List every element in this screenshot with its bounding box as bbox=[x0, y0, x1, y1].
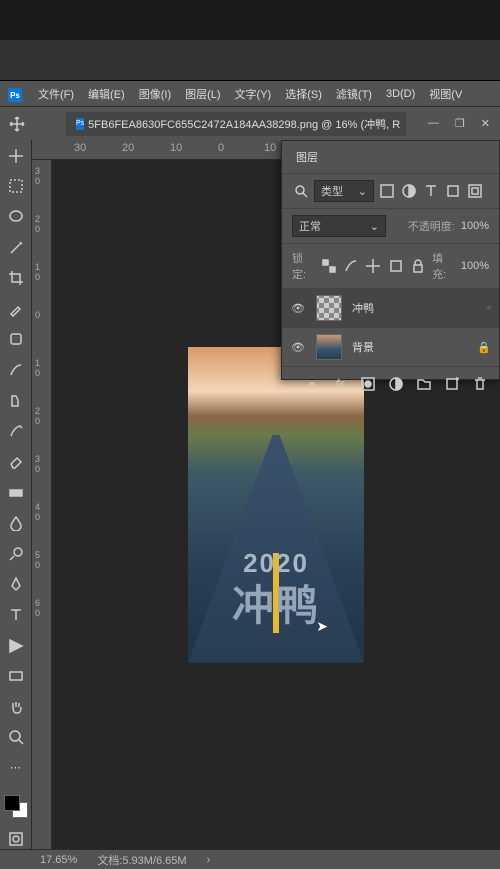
blur-tool[interactable] bbox=[6, 513, 26, 533]
filter-type-icon[interactable] bbox=[422, 182, 440, 200]
healing-tool[interactable] bbox=[6, 330, 26, 350]
layer-filter-select[interactable]: 类型⌄ bbox=[314, 180, 374, 202]
link-layers-icon[interactable]: ⚭ bbox=[303, 375, 321, 393]
menu-bar: 文件(F) 编辑(E) 图像(I) 图层(L) 文字(Y) 选择(S) 滤镜(T… bbox=[0, 80, 500, 106]
delete-layer-icon[interactable] bbox=[471, 375, 489, 393]
opacity-value[interactable]: 100% bbox=[461, 220, 489, 232]
layer-mask-icon[interactable] bbox=[359, 375, 377, 393]
hand-tool[interactable] bbox=[6, 697, 26, 717]
menu-3d[interactable]: 3D(D) bbox=[386, 88, 415, 100]
menu-type[interactable]: 文字(Y) bbox=[235, 86, 272, 102]
eraser-tool[interactable] bbox=[6, 452, 26, 472]
opacity-label: 不透明度: bbox=[408, 218, 455, 234]
lock-label: 锁定: bbox=[292, 250, 315, 282]
ps-file-icon: Ps bbox=[76, 118, 84, 130]
document-tab[interactable]: Ps 5FB6FEA8630FC655C2472A184AA38298.png … bbox=[66, 112, 406, 136]
move-tool[interactable] bbox=[6, 146, 26, 166]
layer-item[interactable]: 👁 冲鸭 ▫ bbox=[282, 288, 499, 327]
ruler-vertical: 3 0 2 0 1 0 0 1 0 2 0 3 0 4 0 5 0 6 0 bbox=[32, 160, 52, 849]
filter-shape-icon[interactable] bbox=[444, 182, 462, 200]
lock-transparent-icon[interactable] bbox=[321, 257, 337, 275]
layer-fx-icon[interactable]: fx bbox=[331, 375, 349, 393]
search-icon[interactable] bbox=[292, 182, 310, 200]
doc-minimize-icon[interactable]: — bbox=[428, 117, 439, 130]
layer-item[interactable]: 👁 背景 🔒 bbox=[282, 327, 499, 366]
crop-tool[interactable] bbox=[6, 268, 26, 288]
layer-name[interactable]: 背景 bbox=[352, 339, 374, 355]
doc-restore-icon[interactable]: ❐ bbox=[455, 117, 465, 130]
menu-select[interactable]: 选择(S) bbox=[285, 86, 322, 102]
layer-link-icon[interactable]: ▫ bbox=[487, 302, 491, 314]
lock-position-icon[interactable] bbox=[365, 257, 381, 275]
filter-adjust-icon[interactable] bbox=[400, 182, 418, 200]
magic-wand-tool[interactable] bbox=[6, 238, 26, 258]
pen-tool[interactable] bbox=[6, 575, 26, 595]
lock-all-icon[interactable] bbox=[410, 257, 426, 275]
fill-label: 填充: bbox=[432, 250, 455, 282]
menu-layer[interactable]: 图层(L) bbox=[185, 86, 220, 102]
tools-panel: ⋯ bbox=[0, 140, 32, 849]
eyedropper-tool[interactable] bbox=[6, 299, 26, 319]
brush-tool[interactable] bbox=[6, 360, 26, 380]
layer-group-icon[interactable] bbox=[415, 375, 433, 393]
menu-filter[interactable]: 滤镜(T) bbox=[336, 86, 372, 102]
window-titlebar bbox=[0, 0, 500, 40]
cursor-icon: ➤ bbox=[316, 618, 328, 635]
lasso-tool[interactable] bbox=[6, 207, 26, 227]
more-tools[interactable]: ⋯ bbox=[6, 758, 26, 778]
status-bar: 17.65% 文档:5.93M/6.65M › bbox=[0, 849, 500, 869]
menu-view[interactable]: 视图(V bbox=[429, 86, 462, 102]
visibility-icon[interactable]: 👁 bbox=[290, 302, 306, 315]
canvas-area: 30 20 10 0 10 3 0 2 0 1 0 0 1 0 2 0 3 0 … bbox=[32, 140, 500, 849]
doc-info[interactable]: 文档:5.93M/6.65M bbox=[97, 852, 186, 868]
lock-icon: 🔒 bbox=[477, 341, 491, 354]
marquee-tool[interactable] bbox=[6, 177, 26, 197]
options-bar: Ps 5FB6FEA8630FC655C2472A184AA38298.png … bbox=[0, 106, 500, 140]
menu-image[interactable]: 图像(I) bbox=[139, 86, 171, 102]
layer-thumbnail[interactable] bbox=[316, 295, 342, 321]
adjustment-layer-icon[interactable] bbox=[387, 375, 405, 393]
layers-panel: 图层 类型⌄ 正常⌄ 不透明度: 100% 锁定: bbox=[281, 140, 500, 380]
visibility-icon[interactable]: 👁 bbox=[290, 341, 306, 354]
app-icon: Ps bbox=[8, 88, 22, 102]
status-chevron-icon[interactable]: › bbox=[207, 854, 211, 866]
layers-panel-tab[interactable]: 图层 bbox=[282, 141, 499, 173]
lock-artboard-icon[interactable] bbox=[388, 257, 404, 275]
blend-mode-select[interactable]: 正常⌄ bbox=[292, 215, 386, 237]
lock-pixels-icon[interactable] bbox=[343, 257, 359, 275]
quick-mask-icon[interactable] bbox=[6, 829, 26, 849]
rectangle-tool[interactable] bbox=[6, 666, 26, 686]
path-tool[interactable] bbox=[6, 636, 26, 656]
doc-close-icon[interactable]: ✕ bbox=[481, 117, 490, 130]
menu-file[interactable]: 文件(F) bbox=[38, 86, 74, 102]
menu-edit[interactable]: 编辑(E) bbox=[88, 86, 125, 102]
history-brush-tool[interactable] bbox=[6, 421, 26, 441]
type-tool[interactable] bbox=[6, 605, 26, 625]
layer-name[interactable]: 冲鸭 bbox=[352, 300, 374, 316]
zoom-level[interactable]: 17.65% bbox=[40, 854, 77, 866]
artwork-text-main: 冲鸭 bbox=[188, 572, 364, 633]
filter-smart-icon[interactable] bbox=[466, 182, 484, 200]
new-layer-icon[interactable] bbox=[443, 375, 461, 393]
fill-value[interactable]: 100% bbox=[461, 260, 489, 272]
clone-tool[interactable] bbox=[6, 391, 26, 411]
document-tab-title: 5FB6FEA8630FC655C2472A184AA38298.png @ 1… bbox=[88, 116, 400, 132]
dodge-tool[interactable] bbox=[6, 544, 26, 564]
gradient-tool[interactable] bbox=[6, 483, 26, 503]
move-tool-icon bbox=[6, 113, 28, 135]
layer-thumbnail[interactable] bbox=[316, 334, 342, 360]
color-swatches[interactable] bbox=[4, 795, 28, 819]
zoom-tool[interactable] bbox=[6, 728, 26, 748]
filter-pixel-icon[interactable] bbox=[378, 182, 396, 200]
